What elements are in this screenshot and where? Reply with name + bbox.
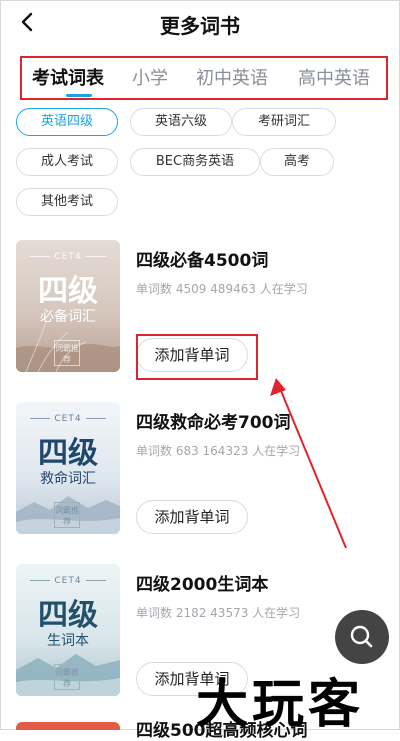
search-button[interactable] bbox=[335, 610, 389, 664]
search-icon bbox=[350, 625, 373, 648]
watermark-text: 大玩客 bbox=[196, 675, 365, 735]
